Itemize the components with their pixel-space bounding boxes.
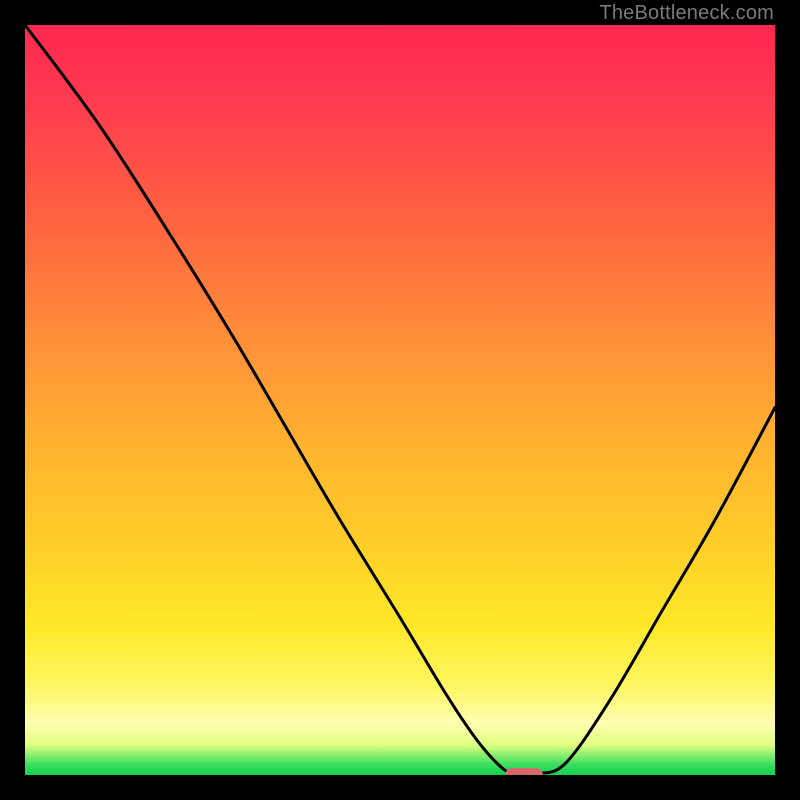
watermark-text: TheBottleneck.com [599,2,774,25]
optimum-marker [505,768,543,775]
curve-path [25,25,775,775]
plot-area [25,25,775,775]
chart-frame: TheBottleneck.com [0,0,800,800]
bottleneck-curve [25,25,775,775]
